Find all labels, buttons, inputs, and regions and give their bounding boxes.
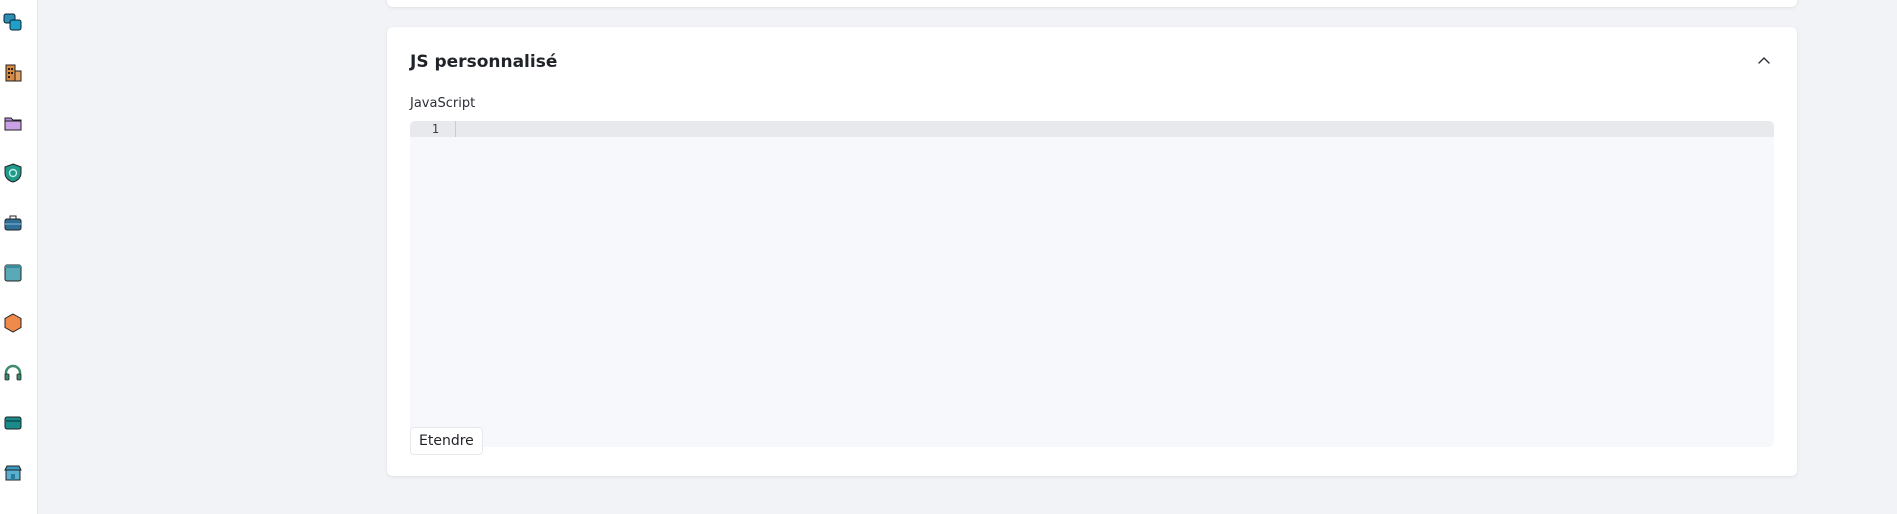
hexagon-icon[interactable] (2, 312, 24, 334)
chevron-up-icon[interactable] (1755, 52, 1773, 70)
building-icon[interactable] (2, 62, 24, 84)
javascript-code-editor[interactable]: 1 (410, 121, 1774, 447)
custom-js-section: JS personnalisé JavaScript 1 Etendre (387, 27, 1797, 476)
briefcase-icon[interactable] (2, 212, 24, 234)
app-sidebar (0, 0, 38, 514)
previous-section-card (387, 0, 1797, 7)
storefront-icon[interactable] (2, 462, 24, 484)
code-input-area[interactable] (457, 121, 1774, 447)
headset-icon[interactable] (2, 362, 24, 384)
section-title: JS personnalisé (410, 52, 558, 72)
folder-icon[interactable] (2, 112, 24, 134)
line-number: 1 (431, 122, 439, 136)
shapes-icon[interactable] (2, 11, 24, 33)
window-icon[interactable] (2, 262, 24, 284)
javascript-field-label: JavaScript (410, 96, 476, 111)
credit-card-icon[interactable] (2, 412, 24, 434)
shield-icon[interactable] (2, 162, 24, 184)
gutter-separator (455, 121, 456, 137)
expand-button[interactable]: Etendre (410, 427, 483, 455)
